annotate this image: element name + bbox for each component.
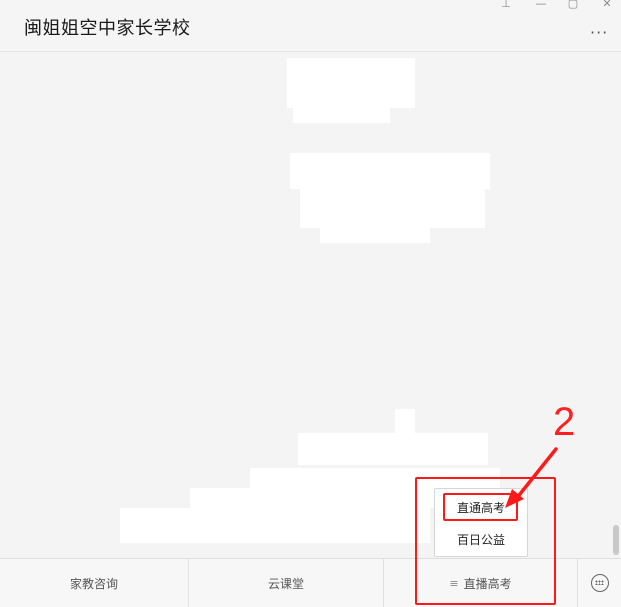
title-bar: 闽姐姐空中家长学校 ⊥ — ▢ ✕ ··· bbox=[0, 0, 621, 52]
window-title: 闽姐姐空中家长学校 bbox=[24, 18, 191, 39]
annotation-highlight-box-inner bbox=[443, 493, 518, 521]
annotation-step-number: 2 bbox=[553, 400, 576, 444]
more-options-button[interactable]: ··· bbox=[590, 25, 614, 41]
content-block bbox=[120, 508, 430, 543]
keyboard-icon bbox=[590, 574, 609, 592]
content-block bbox=[298, 433, 488, 465]
content-block bbox=[293, 101, 390, 123]
menu-tab-family-consult[interactable]: 家教咨询 bbox=[0, 559, 189, 607]
menu-tab-label: 云课堂 bbox=[267, 576, 304, 591]
menu-tab-label: 家教咨询 bbox=[69, 576, 118, 591]
keyboard-toggle-button[interactable] bbox=[578, 559, 621, 607]
scrollbar-thumb[interactable] bbox=[613, 525, 619, 555]
maximize-icon[interactable]: ▢ bbox=[565, 0, 581, 11]
minimize-icon[interactable]: — bbox=[533, 0, 549, 11]
menu-tab-cloud-class[interactable]: 云课堂 bbox=[189, 559, 384, 607]
content-block bbox=[320, 221, 430, 243]
close-icon[interactable]: ✕ bbox=[599, 0, 615, 11]
pin-icon[interactable]: ⊥ bbox=[498, 0, 514, 11]
